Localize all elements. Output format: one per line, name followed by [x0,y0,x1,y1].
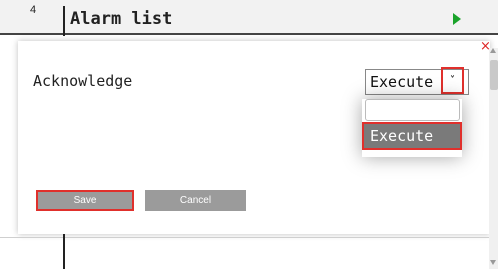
dropdown-option-empty[interactable] [365,99,460,121]
cancel-button[interactable]: Cancel [145,190,246,211]
scroll-down-icon[interactable] [490,260,496,265]
column-divider [63,6,65,36]
play-icon[interactable] [453,13,461,25]
dropdown-option-execute[interactable]: Execute [362,122,462,150]
row-separator [0,237,498,238]
page-title: Alarm list [70,9,173,29]
list-header: 4 Alarm list [0,0,498,36]
column-divider-lower [63,234,65,269]
row-number: 4 [30,4,37,16]
acknowledge-label: Acknowledge [33,72,133,90]
save-button[interactable]: Save [36,190,134,211]
chevron-down-icon[interactable]: ˅ [441,67,464,94]
scroll-thumb[interactable] [490,60,498,90]
scroll-up-icon[interactable] [490,48,496,53]
